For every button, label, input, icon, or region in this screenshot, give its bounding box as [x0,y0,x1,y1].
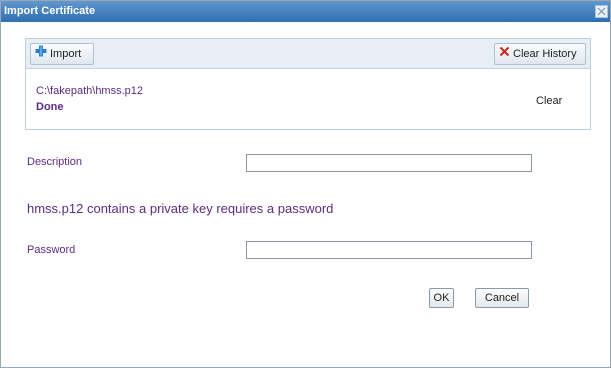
description-input[interactable] [246,154,532,172]
ok-button[interactable]: OK [429,288,454,308]
import-certificate-dialog: Import Certificate Import Clear History … [0,0,611,368]
dialog-titlebar: Import Certificate [1,1,610,22]
import-label: Import [50,48,82,61]
clear-history-button[interactable]: Clear History [494,43,586,65]
clear-history-label: Clear History [513,48,577,61]
file-path: C:\fakepath\hmss.p12 [36,85,144,97]
close-icon[interactable] [595,5,608,18]
cancel-button[interactable]: Cancel [475,288,529,308]
password-label: Password [27,244,76,256]
upload-toolbar: Import Clear History [26,39,590,69]
upload-panel: Import Clear History C:\fakepath\hmss.p1… [25,38,591,130]
description-label: Description [27,156,83,168]
file-status: Done [36,101,64,113]
x-icon [499,44,510,64]
dialog-title: Import Certificate [4,5,96,17]
clear-file-link[interactable]: Clear [536,95,562,107]
private-key-message: hmss.p12 contains a private key requires… [27,201,334,216]
import-button[interactable]: Import [30,43,94,65]
plus-icon [35,44,47,64]
password-input[interactable] [246,241,532,259]
